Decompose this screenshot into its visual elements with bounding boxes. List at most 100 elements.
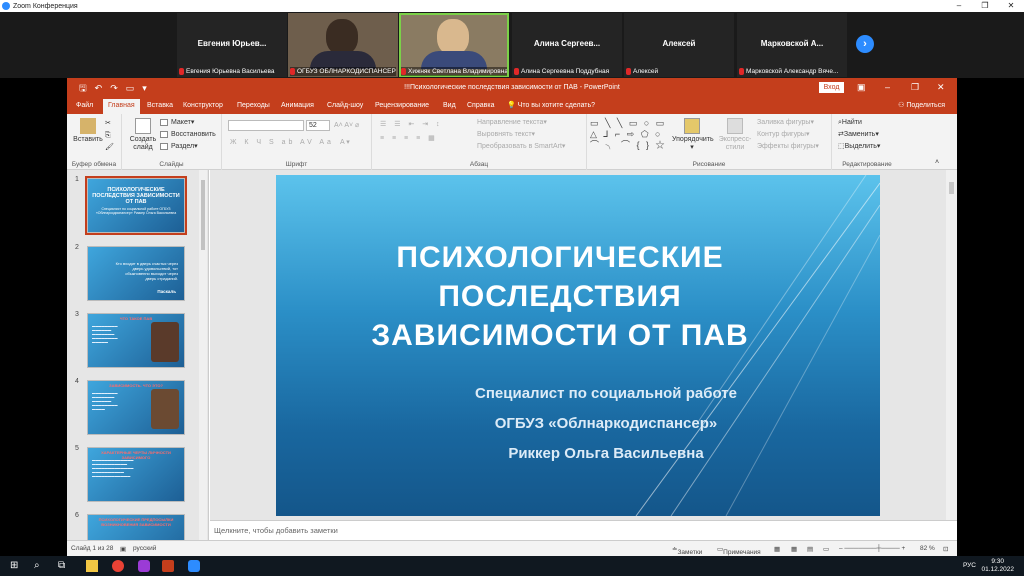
share-button[interactable]: ⚇ Поделиться — [898, 101, 945, 111]
close-icon[interactable]: ✕ — [998, 0, 1024, 12]
find-button[interactable]: ⌕ Найти — [838, 118, 862, 127]
font-size-select[interactable]: 52 — [306, 120, 330, 131]
list-icons[interactable]: ☰ ☰ ⇤ ⇥ ↕ — [380, 120, 443, 129]
reset-icon — [160, 131, 168, 138]
participant-tile[interactable]: Алексей Алексей — [624, 13, 734, 77]
participant-label: Алина Сергеевна Поддубная — [521, 68, 610, 75]
slides-panel-scrollbar[interactable] — [199, 170, 207, 540]
slide-thumbnail-4[interactable]: ЗАВИСИМОСТЬ. ЧТО ЭТО? ▬▬▬▬▬▬▬▬ ▬▬▬▬▬▬▬ ▬▬▬… — [87, 380, 185, 435]
shape-effects-button[interactable]: Эффекты фигуры ▾ — [757, 142, 819, 151]
replace-button[interactable]: ⇄ Заменить ▾ — [838, 130, 879, 139]
tab-file[interactable]: Файл — [76, 101, 93, 111]
participant-label: Алексей — [633, 68, 659, 75]
system-clock[interactable]: 9:30 01.12.2022 — [981, 558, 1014, 574]
zoom-level[interactable]: 82 % — [920, 545, 935, 552]
shape-fill-button[interactable]: Заливка фигуры ▾ — [757, 118, 814, 127]
app-icon[interactable] — [138, 560, 150, 572]
participant-tile-video[interactable]: ОГБУЗ ОБЛНАРКОДИСПАНСЕР — [288, 13, 398, 77]
minimize-icon[interactable]: – — [946, 0, 972, 12]
arrange-button[interactable]: Упорядочить ▾ — [672, 118, 714, 152]
powerpoint-window: 🖫 ↶ ↷ ▭ ▾ !!!Психологические последствия… — [67, 78, 957, 556]
select-button[interactable]: ⬚ Выделить ▾ — [838, 142, 880, 151]
ribbon-tabs: Файл Главная Вставка Конструктор Переход… — [67, 98, 957, 114]
notes-toggle[interactable]: ≐ Заметки — [672, 545, 702, 556]
font-style-icons[interactable]: Ж К Ч S ab AV Aa — [230, 138, 334, 147]
participant-tile[interactable]: Евгения Юрьев... Евгения Юрьевна Василье… — [177, 13, 287, 77]
close-icon[interactable]: ✕ — [937, 82, 945, 93]
task-view-icon[interactable]: ⧉ — [58, 560, 70, 572]
tab-slideshow[interactable]: Слайд-шоу — [327, 101, 363, 111]
group-drawing: ▭ ╲ ╲ ▭ ○ ▭ △ ⅃ ⌐ ⇨ ⬠ ○ ⌒ ╮ ⌒ { } ☆ Упор… — [587, 114, 832, 170]
search-icon[interactable]: ⌕ — [34, 560, 46, 572]
keyboard-language[interactable]: РУС — [963, 562, 976, 569]
zoom-app-icon[interactable] — [188, 560, 200, 572]
copy-icon[interactable]: ⎘ — [105, 131, 111, 140]
maximize-icon[interactable]: ❐ — [972, 0, 998, 12]
text-direction-button[interactable]: Направление текста ▾ — [477, 118, 547, 127]
smartart-button[interactable]: Преобразовать в SmartArt ▾ — [477, 142, 565, 151]
tab-design[interactable]: Конструктор — [183, 101, 223, 111]
next-page-arrow-icon[interactable]: › — [856, 35, 874, 53]
tab-help[interactable]: Справка — [467, 101, 494, 111]
reading-view-icon[interactable]: ▤ — [807, 545, 813, 553]
participant-tile[interactable]: Марковской А... Марковской Александр Вяч… — [737, 13, 847, 77]
zoom-slider[interactable]: – ───────┼──── + — [839, 545, 905, 552]
section-button[interactable]: Раздел ▾ — [160, 142, 198, 151]
paste-button[interactable]: Вставить — [73, 118, 103, 144]
tab-view[interactable]: Вид — [443, 101, 456, 111]
tab-animations[interactable]: Анимация — [281, 101, 314, 111]
sign-in-button[interactable]: Вход — [819, 82, 844, 93]
font-family-select[interactable] — [228, 120, 304, 131]
spellcheck-icon[interactable]: ▣ — [120, 545, 126, 553]
ribbon-display-icon[interactable]: ▣ — [857, 82, 866, 93]
new-slide-button[interactable]: Создать слайд — [128, 118, 158, 152]
notes-pane[interactable]: Щелкните, чтобы добавить заметки — [210, 520, 957, 540]
slide-thumbnail-3[interactable]: ЧТО ТАКОЕ ПАВ ▬▬▬▬▬▬▬▬ ▬▬▬▬▬▬ ▬▬▬▬▬▬▬ ▬▬▬▬▬… — [87, 313, 185, 368]
edit-area-scrollbar[interactable] — [946, 170, 957, 520]
file-explorer-icon[interactable] — [86, 560, 98, 572]
normal-view-icon[interactable]: ▦ — [774, 545, 780, 553]
tab-insert[interactable]: Вставка — [147, 101, 173, 111]
slide-sorter-icon[interactable]: ▦ — [791, 545, 797, 553]
layout-button[interactable]: Макет ▾ — [160, 118, 194, 127]
collapse-ribbon-icon[interactable]: ˄ — [935, 158, 939, 167]
slide-title[interactable]: ПСИХОЛОГИЧЕСКИЕ ПОСЛЕДСТВИЯ ЗАВИСИМОСТИ … — [340, 238, 780, 355]
participant-name: Марковской А... — [760, 39, 824, 48]
slide-thumbnail-2[interactable]: Кто входит в дверь счастья через дверь у… — [87, 246, 185, 301]
participant-tile-video-active[interactable]: Хижняк Светлана Владимировна — [399, 13, 509, 77]
slideshow-view-icon[interactable]: ▭ — [823, 545, 829, 553]
slide-thumbnail-5[interactable]: ХАРАКТЕРНЫЕ ЧЕРТЫ ЛИЧНОСТИ ЗАВИСИМОГО ▬▬… — [87, 447, 185, 502]
slide-thumbnail-1[interactable]: ПСИХОЛОГИЧЕСКИЕ ПОСЛЕДСТВИЯ ЗАВИСИМОСТИ … — [85, 176, 187, 235]
ribbon: Вставить ✂ ⎘ 🖌 Буфер обмена Создать слай… — [67, 114, 957, 170]
tab-review[interactable]: Рецензирование — [375, 101, 429, 111]
language-indicator[interactable]: русский — [133, 545, 156, 552]
align-text-button[interactable]: Выровнять текст ▾ — [477, 130, 535, 139]
slide-subtitle[interactable]: Специалист по социальной работе ОГБУЗ «О… — [426, 379, 786, 469]
font-grow-shrink-icon[interactable]: A˄ A˅ ⌀ — [334, 121, 359, 130]
font-color-icon[interactable]: A ▾ — [340, 138, 350, 147]
screen: Zoom Конференция – ❐ ✕ Евгения Юрьев... … — [0, 0, 1024, 576]
align-icons[interactable]: ≡ ≡ ≡ ≡ ▦ — [380, 134, 438, 143]
new-slide-icon — [135, 118, 151, 134]
shapes-gallery-icons[interactable]: ▭ ╲ ╲ ▭ ○ ▭ △ ⅃ ⌐ ⇨ ⬠ ○ ⌒ ╮ ⌒ { } ☆ — [590, 118, 670, 152]
minimize-icon[interactable]: – — [885, 82, 890, 93]
tell-me-search[interactable]: 💡 Что вы хотите сделать? — [507, 101, 595, 111]
participant-tile[interactable]: Алина Сергеев... Алина Сергеевна Поддубн… — [512, 13, 622, 77]
fit-slide-icon[interactable]: ⊡ — [943, 545, 948, 553]
participant-face — [437, 19, 469, 55]
reset-button[interactable]: Восстановить — [160, 130, 216, 139]
tab-transitions[interactable]: Переходы — [237, 101, 270, 111]
quick-styles-button[interactable]: Экспресс-стили — [715, 118, 755, 152]
format-painter-icon[interactable]: 🖌 — [105, 143, 114, 152]
slide-counter: Слайд 1 из 28 — [71, 545, 114, 552]
comments-toggle[interactable]: ▭ Примечания — [717, 545, 761, 556]
restore-icon[interactable]: ❐ — [911, 82, 919, 93]
windows-start-icon[interactable]: ⊞ — [10, 560, 22, 572]
cut-icon[interactable]: ✂ — [105, 119, 111, 128]
shape-outline-button[interactable]: Контур фигуры ▾ — [757, 130, 809, 139]
chrome-icon[interactable] — [112, 560, 124, 572]
powerpoint-icon[interactable] — [162, 560, 174, 572]
slide-thumbnail-6[interactable]: ПСИХОЛОГИЧЕСКИЕ ПРЕДПОСЫЛКИ ВОЗНИКНОВЕНИ… — [87, 514, 185, 540]
tab-home[interactable]: Главная — [103, 99, 140, 114]
current-slide[interactable]: ПСИХОЛОГИЧЕСКИЕ ПОСЛЕДСТВИЯ ЗАВИСИМОСТИ … — [276, 175, 880, 516]
